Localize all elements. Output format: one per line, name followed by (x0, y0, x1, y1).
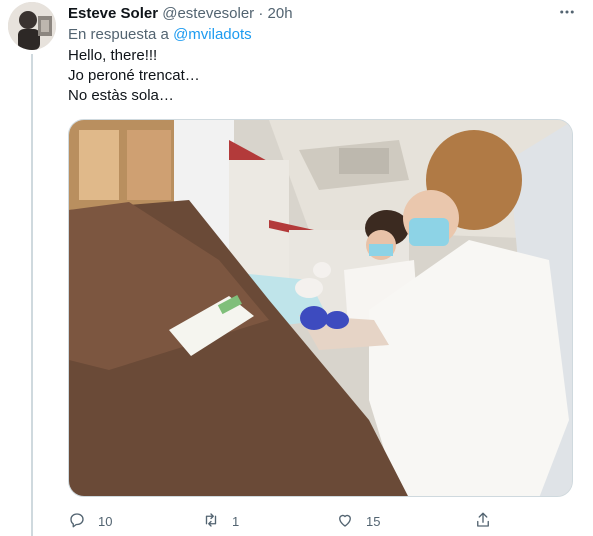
tweet-header: Esteve Soler @estevesoler · 20h (68, 4, 573, 24)
author-name[interactable]: Esteve Soler (68, 5, 158, 22)
author-handle[interactable]: @estevesoler (162, 5, 254, 22)
reply-icon (68, 511, 86, 532)
like-count: 15 (366, 513, 381, 529)
reply-mention-link[interactable]: @mviladots (173, 26, 252, 43)
retweet-button[interactable]: 1 (202, 510, 239, 532)
like-button[interactable]: 15 (336, 510, 380, 532)
tweet-text-line: Jo peroné trencat… (68, 67, 200, 84)
tweet-time[interactable]: 20h (268, 5, 293, 22)
retweet-icon (202, 511, 220, 532)
share-button[interactable] (474, 510, 492, 532)
more-icon[interactable] (555, 0, 579, 24)
reply-context: En respuesta a @mviladots (68, 25, 252, 45)
thread-line (31, 54, 33, 536)
reply-count: 10 (98, 513, 113, 529)
tweet-actions: 10 1 15 (68, 510, 498, 532)
tweet-photo[interactable] (68, 119, 573, 497)
like-icon (336, 511, 354, 532)
retweet-count: 1 (232, 513, 240, 529)
share-icon (474, 511, 492, 532)
tweet-text-line: Hello, there!!! (68, 47, 158, 64)
separator-dot: · (258, 5, 264, 22)
reply-button[interactable]: 10 (68, 510, 112, 532)
tweet-text: Hello, there!!! Jo peroné trencat… No es… (68, 46, 200, 106)
avatar[interactable] (8, 2, 56, 50)
reply-prefix: En respuesta a (68, 26, 169, 43)
tweet-text-line: No estàs sola… (68, 87, 174, 104)
